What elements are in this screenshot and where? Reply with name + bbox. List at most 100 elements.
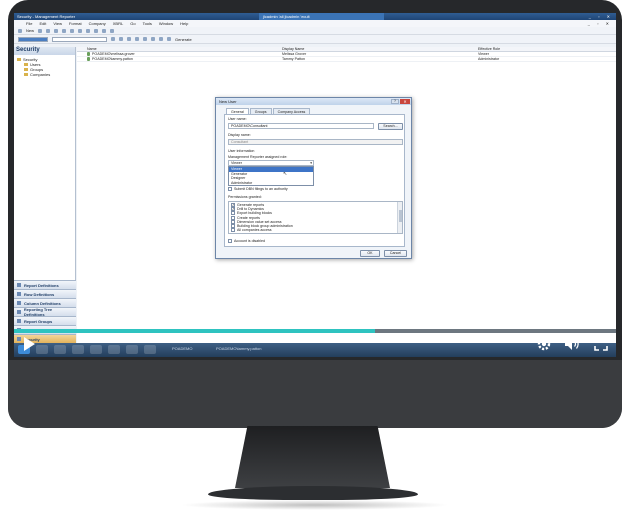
menu-help[interactable]: Help [180,21,188,26]
display-name-field[interactable]: Consultant [228,139,403,145]
cell-role: Viewer [478,52,489,56]
group-icon [17,319,21,323]
dialog-help-button[interactable]: ? [391,99,399,104]
size-select[interactable] [52,36,107,42]
menu-window[interactable]: Window [159,21,173,26]
role-select-value: Viewer [231,161,242,165]
window-controls[interactable]: _ ▫ ✕ [589,14,613,19]
submit-dbn-checkbox[interactable]: Submit DBN filings to an authority [228,187,288,192]
menu-file[interactable]: File [26,21,32,26]
user-icon [87,52,90,56]
menu-xbrl[interactable]: XBRL [113,21,123,26]
users-icon [24,63,28,66]
column-header-display-name[interactable]: Display Name [272,47,468,51]
search-button[interactable]: Search... [378,123,403,130]
security-tree: Security Users Groups Companies [14,55,75,79]
cell-display: Melissa Grover [282,52,307,56]
account-disabled-label: Account is disabled [234,239,265,243]
volume-icon[interactable] [564,337,582,351]
menu-bar: File Edit View Format Company XBRL Go To… [14,20,616,27]
dialog-close-button[interactable]: ✕ [400,99,410,104]
monitor-stand-base [208,486,418,500]
checkbox[interactable] [228,187,232,192]
menu-format[interactable]: Format [69,21,82,26]
align-center-icon[interactable] [143,37,147,41]
permissions-list[interactable]: ✓ Generate reports ✓ Drill to Dynamics Exp… [228,201,403,234]
nav-btn-label: Row Definitions [24,291,55,297]
scrollbar-thumb[interactable] [399,210,402,222]
undo-icon[interactable] [78,28,83,33]
save-icon[interactable] [46,28,51,33]
user-name-field[interactable]: POADEMO\Consultant [228,123,374,129]
video-controls: HD [14,333,616,357]
menu-tools[interactable]: Tools [143,21,152,26]
display-name-label: Display name: [228,133,251,137]
title-bar: Security - Management Reporter jlcadmin … [14,13,616,20]
new-icon [18,28,22,33]
cell-name: POADEMO\tammy.patton [77,57,272,61]
role-option-administrator[interactable]: Administrator [229,181,313,186]
italic-icon[interactable] [119,37,123,41]
checkbox[interactable] [228,239,232,244]
window-center-title: jlcadmin 'all jlcadmin 'ecult [259,13,384,20]
cancel-button[interactable]: Cancel [384,250,407,257]
user-information-label: User information [228,149,255,153]
bold-icon[interactable] [111,37,115,41]
align-right-icon[interactable] [151,37,155,41]
checkbox[interactable] [231,228,235,233]
menu-view[interactable]: View [53,21,62,26]
nav-report-definitions[interactable]: Report Definitions [14,280,76,289]
play-icon[interactable] [24,337,35,351]
menu-go[interactable]: Go [130,21,135,26]
fullscreen-icon[interactable] [594,337,608,351]
nav-column-definitions[interactable]: Column Definitions [14,298,76,307]
permissions-scrollbar[interactable] [397,202,402,233]
tree-icon [17,310,21,314]
open-icon[interactable] [38,28,43,33]
column-header-name[interactable]: Name [77,47,272,51]
column-icon [17,301,21,305]
user-icon [87,57,90,61]
dialog-title-bar: New User ? ✕ [216,98,411,105]
new-button[interactable]: New [26,28,34,33]
monitor-stand-neck [235,426,390,488]
nav-report-groups[interactable]: Report Groups [14,316,76,325]
account-disabled-checkbox[interactable]: Account is disabled [228,239,265,244]
role-label: Management Reporter assigned role: [228,155,288,159]
copy-icon[interactable] [62,28,67,33]
help-icon[interactable] [110,28,115,33]
nav-header: Security [14,47,75,55]
menu-company[interactable]: Company [89,21,106,26]
underline-icon[interactable] [127,37,131,41]
font-select[interactable] [18,36,48,42]
cut-icon[interactable] [54,28,59,33]
mdi-controls[interactable]: _ ▫ ✕ [588,21,612,26]
menu-edit[interactable]: Edit [39,21,46,26]
screen: Security - Management Reporter jlcadmin … [14,13,616,357]
toolbar-main: New [14,27,616,35]
align-left-icon[interactable] [135,37,139,41]
redo-icon[interactable] [86,28,91,33]
companies-icon [24,73,28,76]
monitor-shadow [180,500,450,510]
column-header-effective-role[interactable]: Effective Role [468,47,616,51]
cell-name-text: POADEMO\tammy.patton [92,57,133,61]
hd-badge: HD [549,334,558,340]
ok-button[interactable]: OK [360,250,380,257]
nav-reporting-tree-definitions[interactable]: Reporting Tree Definitions [14,307,76,317]
table-row[interactable]: POADEMO\tammy.patton Tammy Patton Admini… [77,57,616,62]
nav-row-definitions[interactable]: Row Definitions [14,289,76,298]
print-icon[interactable] [94,28,99,33]
row-icon [17,292,21,296]
permission-item[interactable]: All companies access [231,228,400,233]
find-icon[interactable] [102,28,107,33]
nav-btn-label: Reporting Tree Definitions [23,307,53,317]
paste-icon[interactable] [70,28,75,33]
cell-role: Administrator [478,57,500,61]
grid-icon[interactable] [159,37,163,41]
permissions-label: Permissions granted: [228,195,262,199]
generate-button[interactable]: Generate [175,37,192,42]
tree-item-companies[interactable]: Companies [17,72,72,77]
user-name-label: User name: [228,117,247,121]
toolbar-format: Generate [14,35,616,44]
